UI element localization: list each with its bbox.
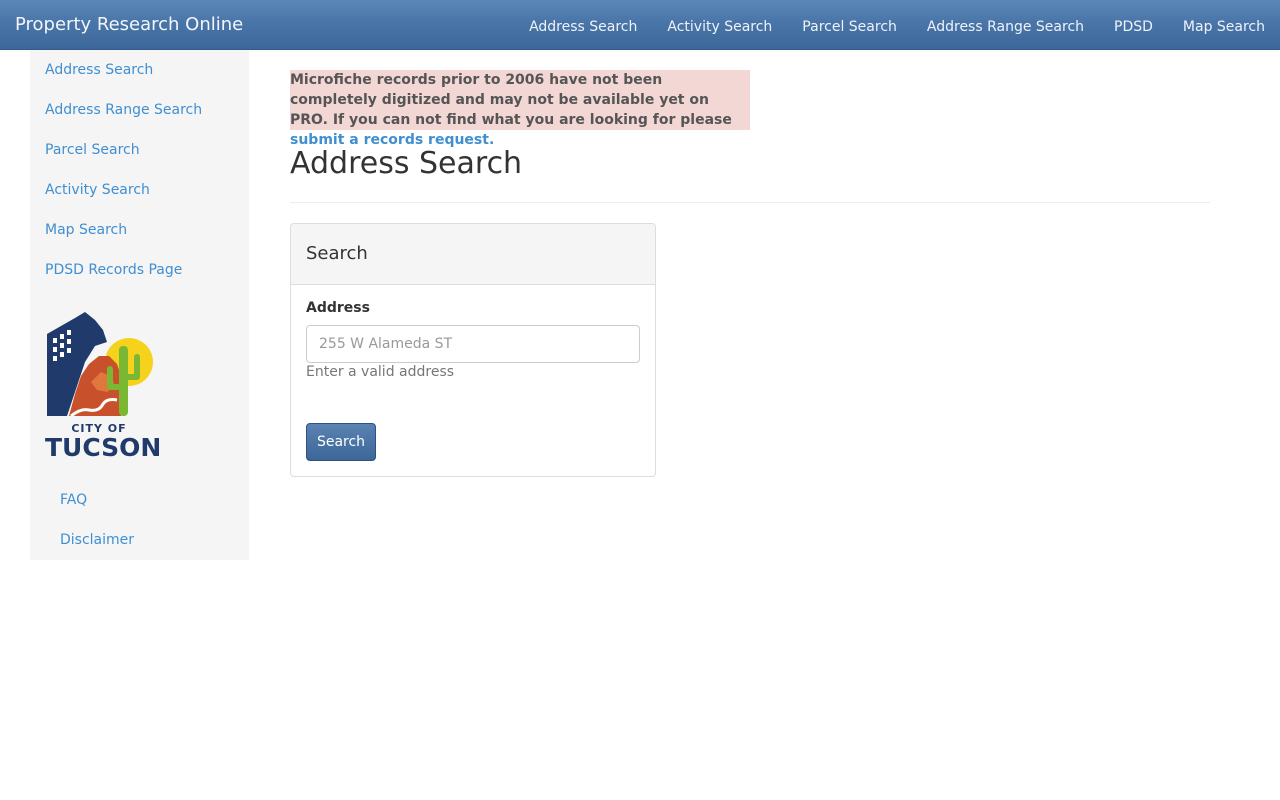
sidebar-item-activity-search[interactable]: Activity Search — [45, 180, 150, 200]
search-panel-header: Search — [291, 224, 655, 285]
sidebar-item-map-search[interactable]: Map Search — [45, 220, 127, 240]
title-divider — [290, 202, 1210, 203]
top-navbar: Property Research Online Address Search … — [0, 0, 1280, 50]
city-of-tucson-logo-icon — [47, 312, 153, 418]
search-panel: Search Address Enter a valid address Sea… — [290, 223, 656, 477]
microfiche-notice: Microfiche records prior to 2006 have no… — [290, 70, 750, 148]
top-nav-links: Address Search Activity Search Parcel Se… — [514, 0, 1280, 50]
sidebar-item-faq[interactable]: FAQ — [60, 490, 87, 510]
logo-tucson-text: TUCSON — [45, 433, 162, 462]
notice-text: Microfiche records prior to 2006 have no… — [290, 72, 732, 128]
brand-link[interactable]: Property Research Online — [15, 0, 243, 50]
sidebar: Address Search Address Range Search Parc… — [30, 50, 249, 560]
address-help-text: Enter a valid address — [306, 364, 455, 380]
sidebar-item-address-search[interactable]: Address Search — [45, 60, 153, 80]
sidebar-item-pdsd-records-page[interactable]: PDSD Records Page — [45, 260, 182, 280]
page-title: Address Search — [290, 146, 523, 181]
nav-map-search[interactable]: Map Search — [1168, 0, 1280, 50]
sidebar-item-address-range-search[interactable]: Address Range Search — [45, 100, 202, 120]
sidebar-item-parcel-search[interactable]: Parcel Search — [45, 140, 140, 160]
search-panel-title: Search — [306, 243, 368, 264]
nav-address-range-search[interactable]: Address Range Search — [912, 0, 1099, 50]
nav-pdsd[interactable]: PDSD — [1099, 0, 1168, 50]
address-input[interactable] — [306, 325, 640, 363]
nav-activity-search[interactable]: Activity Search — [652, 0, 787, 50]
address-label: Address — [306, 300, 370, 316]
search-button[interactable]: Search — [306, 423, 376, 461]
city-of-tucson-logo: CITY OF TUCSON — [45, 312, 162, 462]
nav-address-search[interactable]: Address Search — [514, 0, 652, 50]
sidebar-item-disclaimer[interactable]: Disclaimer — [60, 530, 134, 550]
nav-parcel-search[interactable]: Parcel Search — [787, 0, 912, 50]
